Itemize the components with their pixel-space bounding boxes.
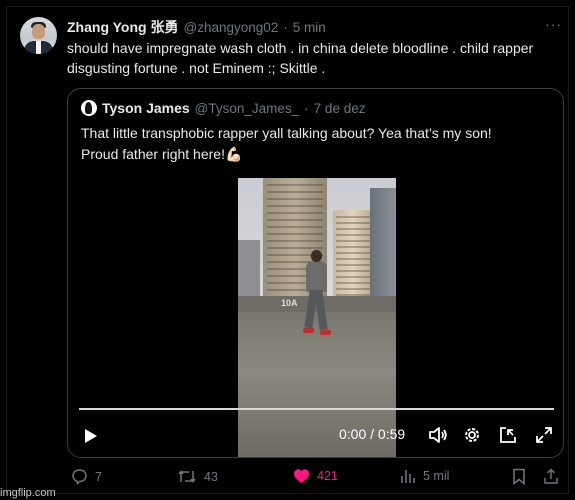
avatar-face — [32, 24, 45, 39]
tweet-time[interactable]: 5 min — [293, 20, 326, 35]
video-time-label: 0:00 / 0:59 — [339, 426, 406, 442]
repost-icon — [178, 470, 196, 483]
repost-button[interactable]: 43 — [177, 468, 218, 485]
like-button[interactable]: 421 — [293, 468, 338, 484]
picture-in-picture-icon[interactable] — [498, 425, 518, 445]
author-avatar[interactable] — [20, 17, 57, 54]
bookmark-button[interactable] — [512, 468, 526, 485]
quoted-author-avatar[interactable] — [81, 100, 97, 116]
author-handle[interactable]: @zhangyong02 — [183, 20, 278, 35]
quoted-tweet-text: That little transphobic rapper yall talk… — [81, 123, 551, 165]
share-button[interactable] — [543, 468, 559, 485]
avatar-shirt — [36, 41, 41, 54]
tweet-actions: 7 43 421 5 mil — [67, 468, 567, 488]
quoted-author-handle[interactable]: @Tyson_James_ — [195, 101, 300, 116]
person-figure — [301, 250, 331, 342]
quoted-header-separator: · — [304, 100, 309, 116]
settings-icon[interactable] — [462, 425, 482, 445]
video-frame[interactable]: 10A — [238, 178, 396, 457]
share-icon — [544, 468, 558, 484]
header-separator: · — [283, 20, 288, 35]
reply-icon — [72, 469, 87, 485]
tweet-text: should have impregnate wash cloth . in c… — [67, 40, 534, 76]
watermark: imgflip.com — [0, 487, 56, 499]
building-mid — [333, 210, 373, 300]
like-count: 421 — [317, 469, 338, 483]
ledge-sign: 10A — [281, 298, 298, 308]
bookmark-icon — [513, 468, 525, 485]
building-left — [238, 240, 260, 300]
quoted-author-name[interactable]: Tyson James — [102, 100, 190, 116]
fullscreen-icon[interactable] — [534, 425, 554, 445]
video-player[interactable]: 10A 0:00 / 0:59 — [68, 167, 563, 457]
video-progress-bar[interactable] — [79, 408, 554, 410]
more-options-icon[interactable]: ··· — [545, 16, 562, 32]
reply-count: 7 — [95, 469, 102, 484]
author-name[interactable]: Zhang Yong 张勇 — [67, 17, 178, 37]
tweet-header: Zhang Yong 张勇 @zhangyong02 · 5 min — [67, 17, 326, 35]
quoted-tweet[interactable]: Tyson James @Tyson_James_ · 7 de dez Tha… — [67, 88, 564, 458]
play-icon[interactable] — [84, 428, 98, 444]
quoted-text-line-2: Proud father right here!💪🏻 — [81, 146, 243, 162]
quoted-tweet-header: Tyson James @Tyson_James_ · 7 de dez — [81, 99, 365, 117]
views-icon — [401, 470, 415, 483]
views-count: 5 mil — [423, 469, 450, 483]
quoted-text-line-1: That little transphobic rapper yall talk… — [81, 125, 492, 141]
views-button[interactable]: 5 mil — [400, 468, 449, 484]
like-icon — [294, 469, 309, 483]
quoted-tweet-date[interactable]: 7 de dez — [314, 101, 366, 116]
building-right — [370, 188, 396, 300]
volume-icon[interactable] — [428, 425, 448, 445]
reply-button[interactable]: 7 — [71, 468, 102, 485]
repost-count: 43 — [204, 469, 218, 484]
